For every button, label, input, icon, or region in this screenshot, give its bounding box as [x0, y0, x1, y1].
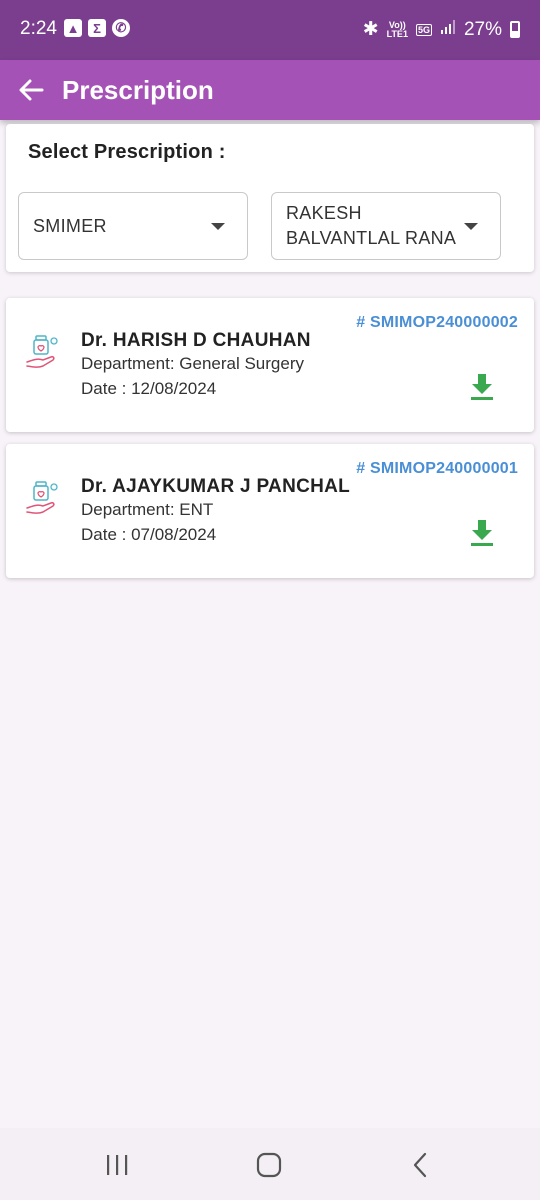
- recent-apps-icon: [107, 1155, 128, 1175]
- sigma-icon: Σ: [88, 19, 106, 37]
- prescription-date: Date : 12/08/2024: [81, 379, 217, 398]
- recent-apps-button[interactable]: [100, 1148, 134, 1182]
- medicine-hand-icon: [26, 481, 58, 514]
- back-nav-button[interactable]: [404, 1148, 438, 1182]
- select-prescription-card: Select Prescription : SMIMER RAKESH BALV…: [6, 124, 534, 272]
- medicine-hand-icon: [26, 335, 58, 368]
- chevron-left-icon: [413, 1152, 427, 1178]
- doctor-name: Dr. HARISH D CHAUHAN: [81, 330, 311, 351]
- prescription-card[interactable]: # SMIMOP240000001 Dr. AJAYKUMAR J PANCHA…: [6, 444, 534, 578]
- gallery-icon: ▲: [64, 19, 82, 37]
- volte-bottom: LTE1: [386, 28, 408, 39]
- prescription-id: # SMIMOP240000002: [356, 314, 518, 331]
- battery-icon: [510, 21, 520, 38]
- select-prescription-label: Select Prescription :: [28, 141, 226, 163]
- doctor-name: Dr. AJAYKUMAR J PANCHAL: [81, 476, 351, 497]
- hospital-dropdown-value: SMIMER: [33, 216, 107, 236]
- status-bar: 2:24 ▲ Σ ✆ ✱ Vo)) LTE1 5G 27%: [0, 0, 540, 60]
- volte-indicator: Vo)) LTE1: [386, 20, 408, 39]
- download-icon: [471, 374, 493, 400]
- battery-percent: 27%: [463, 18, 502, 40]
- app-bar: Prescription: [0, 60, 540, 120]
- prescription-date: Date : 07/08/2024: [81, 525, 217, 544]
- download-icon: [471, 520, 493, 546]
- system-nav-bar: [0, 1128, 540, 1200]
- patient-dropdown[interactable]: RAKESH BALVANTLAL RANA: [271, 192, 501, 260]
- dropdown-arrow-icon: [464, 223, 478, 230]
- status-right: ✱ Vo)) LTE1 5G 27%: [363, 18, 520, 41]
- status-time: 2:24: [20, 18, 57, 39]
- home-button[interactable]: [252, 1148, 286, 1182]
- prescription-card[interactable]: # SMIMOP240000002 Dr. HARISH D CHAUHAN D…: [6, 298, 534, 432]
- back-button[interactable]: [14, 72, 50, 108]
- dropdown-arrow-icon: [211, 223, 225, 230]
- department: Department: General Surgery: [81, 354, 304, 373]
- signal-icon: [440, 19, 456, 41]
- download-button[interactable]: [468, 372, 496, 402]
- arrow-left-icon: [19, 79, 44, 101]
- home-icon: [256, 1152, 282, 1178]
- bluetooth-icon: ✱: [362, 19, 379, 40]
- department: Department: ENT: [81, 500, 214, 519]
- download-button[interactable]: [468, 518, 496, 548]
- hospital-dropdown[interactable]: SMIMER: [18, 192, 248, 260]
- page-title: Prescription: [62, 75, 214, 105]
- patient-dropdown-value: RAKESH BALVANTLAL RANA: [286, 203, 457, 248]
- phone-app-icon: ✆: [112, 19, 130, 37]
- network-type: 5G: [415, 23, 432, 36]
- prescription-id: # SMIMOP240000001: [356, 460, 518, 477]
- notification-icons: ▲ Σ ✆: [64, 19, 130, 37]
